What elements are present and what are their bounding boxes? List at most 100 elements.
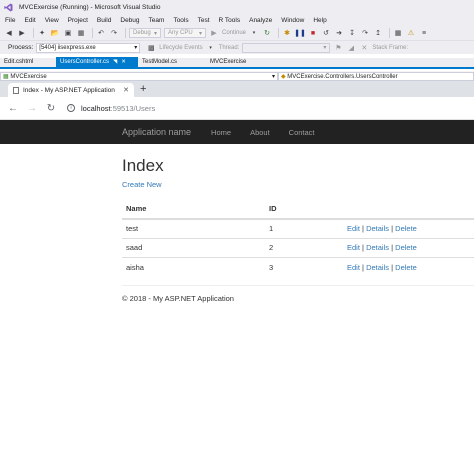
show-next-statement-icon[interactable]: ➜ — [334, 28, 344, 38]
menu-window[interactable]: Window — [281, 17, 304, 24]
new-project-icon[interactable]: ✦ — [37, 28, 47, 38]
info-icon[interactable]: i — [67, 104, 75, 112]
pin-icon[interactable]: ◥ — [113, 59, 117, 65]
edit-link[interactable]: Edit — [347, 224, 360, 233]
cell-name: saad — [122, 237, 265, 258]
address-bar[interactable]: i localhost:59513/Users — [67, 104, 155, 113]
continue-button[interactable]: Continue — [222, 30, 246, 36]
browser-toolbar: ← → ↻ i localhost:59513/Users — [0, 97, 474, 120]
editor-navigation-bar: ▦ MVCExercise ▾ ◆ MVCExercise.Controllers… — [0, 71, 474, 81]
pause-icon[interactable]: ❚❚ — [294, 28, 306, 38]
table-header-row: Name ID — [122, 199, 474, 220]
action-separator: | — [362, 224, 364, 233]
thread-icon[interactable]: ≡ — [419, 28, 429, 38]
step-out-icon[interactable]: ↥ — [373, 28, 383, 38]
close-tab-icon[interactable]: ✕ — [123, 86, 129, 94]
solution-config-select[interactable]: Debug ▾ — [129, 28, 161, 38]
refresh-icon[interactable]: ↻ — [262, 28, 272, 38]
browser-link-icon[interactable]: ✱ — [282, 28, 292, 38]
browser-tab-title: Index - My ASP.NET Application — [23, 86, 115, 94]
filter-icon[interactable]: ◢ — [346, 43, 356, 53]
stop-icon[interactable]: ■ — [308, 28, 318, 38]
toolbar-separator — [92, 28, 93, 38]
menu-tools[interactable]: Tools — [173, 17, 188, 24]
new-tab-icon[interactable]: + — [140, 83, 146, 95]
thread-select[interactable]: ▾ — [242, 42, 331, 53]
menu-file[interactable]: File — [5, 17, 15, 24]
visual-studio-logo-icon — [4, 3, 13, 12]
lifecycle-events-icon[interactable]: ▩ — [146, 43, 156, 53]
menu-test[interactable]: Test — [198, 17, 210, 24]
flag-icon[interactable]: ⚑ — [333, 43, 343, 53]
row-actions: Edit | Details | Delete — [343, 237, 474, 258]
nav-link-home[interactable]: Home — [211, 128, 231, 137]
menu-help[interactable]: Help — [313, 17, 326, 24]
close-icon[interactable]: ✕ — [121, 59, 126, 65]
cell-name: aisha — [122, 257, 265, 277]
toolbar-separator — [278, 28, 280, 38]
lifecycle-events-button[interactable]: Lifecycle Events — [159, 45, 202, 51]
forward-arrow-icon[interactable]: → — [25, 101, 39, 115]
save-icon[interactable]: ▣ — [63, 28, 73, 38]
navigate-forward-icon[interactable]: ▶ — [17, 28, 27, 38]
undo-icon[interactable]: ↶ — [96, 28, 106, 38]
reload-icon[interactable]: ↻ — [44, 101, 58, 115]
save-all-icon[interactable]: ▦ — [76, 28, 86, 38]
menu-bar: File Edit View Project Build Debug Team … — [0, 14, 474, 26]
step-over-icon[interactable]: ↷ — [360, 28, 370, 38]
process-label: Process: — [8, 44, 34, 51]
menu-project[interactable]: Project — [68, 17, 88, 24]
exception-icon[interactable]: ⚠ — [406, 28, 416, 38]
class-combo[interactable]: ◆ MVCExercise.Controllers.UsersControlle… — [278, 71, 474, 81]
cell-id: 1 — [265, 218, 343, 238]
details-link[interactable]: Details — [366, 263, 389, 272]
column-header-id: ID — [265, 199, 343, 220]
vs-title-bar: MVCExercise (Running) - Microsoft Visual… — [0, 0, 474, 14]
menu-debug[interactable]: Debug — [120, 17, 139, 24]
toolbar-separator — [125, 28, 126, 38]
redo-icon[interactable]: ↷ — [109, 28, 119, 38]
restart-icon[interactable]: ↺ — [321, 28, 331, 38]
tab-test-model[interactable]: TestModel.cs — [138, 57, 206, 67]
back-arrow-icon[interactable]: ← — [6, 101, 20, 115]
document-tab-well: Edit.cshtml UsersController.cs ◥ ✕ TestM… — [0, 57, 474, 69]
delete-link[interactable]: Delete — [395, 263, 417, 272]
chevron-down-icon[interactable]: ▾ — [206, 43, 216, 53]
process-select[interactable]: [5404] iisexpress.exe ▾ — [36, 42, 141, 53]
tab-edit-cshtml[interactable]: Edit.cshtml — [0, 57, 56, 67]
continue-icon[interactable]: ▶ — [209, 28, 219, 38]
tab-users-controller[interactable]: UsersController.cs ◥ ✕ — [56, 57, 138, 67]
step-into-icon[interactable]: ↧ — [347, 28, 357, 38]
action-separator: | — [391, 263, 394, 272]
browser-tab[interactable]: Index - My ASP.NET Application ✕ — [8, 83, 134, 97]
delete-link[interactable]: Delete — [395, 224, 417, 233]
details-link[interactable]: Details — [366, 224, 389, 233]
menu-analyze[interactable]: Analyze — [249, 17, 272, 24]
solution-platform-select[interactable]: Any CPU ▾ — [164, 28, 206, 38]
page-title: Index — [122, 156, 164, 175]
nav-link-about[interactable]: About — [250, 128, 270, 137]
table-row: test 1 Edit | Details | Delete — [122, 218, 474, 238]
create-new-link[interactable]: Create New — [122, 180, 162, 189]
menu-build[interactable]: Build — [97, 17, 111, 24]
menu-team[interactable]: Team — [149, 17, 165, 24]
page-icon — [13, 86, 19, 94]
nav-link-contact[interactable]: Contact — [289, 128, 315, 137]
menu-edit[interactable]: Edit — [24, 17, 35, 24]
navigate-back-icon[interactable]: ◀ — [4, 28, 14, 38]
open-file-icon[interactable]: 📂 — [50, 28, 60, 38]
delete-link[interactable]: Delete — [395, 243, 417, 252]
edit-link[interactable]: Edit — [347, 263, 360, 272]
app-brand-link[interactable]: Application name — [122, 127, 191, 137]
menu-view[interactable]: View — [45, 17, 59, 24]
menu-r-tools[interactable]: R Tools — [219, 17, 241, 24]
chevron-down-icon[interactable]: ▾ — [249, 28, 259, 38]
tab-mvc-exercise[interactable]: MVCExercise — [206, 57, 276, 67]
hex-display-icon[interactable]: ▦ — [393, 28, 403, 38]
details-link[interactable]: Details — [366, 243, 389, 252]
edit-link[interactable]: Edit — [347, 243, 360, 252]
clear-filter-icon[interactable]: ✕ — [359, 43, 369, 53]
project-combo[interactable]: ▦ MVCExercise ▾ — [0, 71, 278, 81]
toolbar-separator — [33, 28, 34, 38]
window-title: MVCExercise (Running) - Microsoft Visual… — [19, 3, 161, 11]
